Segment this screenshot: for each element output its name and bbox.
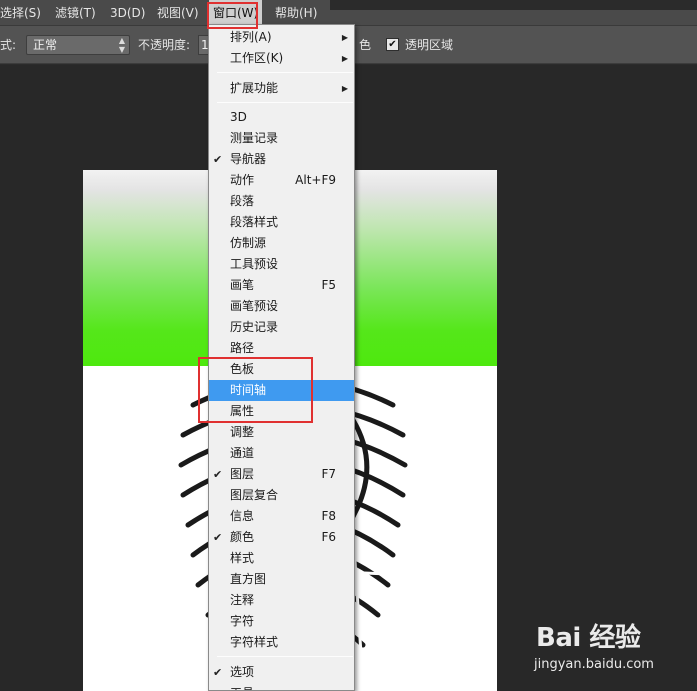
menu-help[interactable]: 帮助(H) bbox=[275, 0, 317, 26]
dither-label: 色 bbox=[359, 38, 372, 52]
submenu-arrow-icon: ▶ bbox=[341, 33, 348, 42]
watermark-logo: Bai 经验 bbox=[536, 623, 641, 653]
menu-separator bbox=[217, 656, 353, 657]
checkmark-icon: ✔ bbox=[213, 531, 223, 544]
menu-filter[interactable]: 滤镜(T) bbox=[55, 0, 96, 26]
menu-item-channels[interactable]: 通道 bbox=[209, 443, 354, 464]
menu-item-properties[interactable]: 属性 bbox=[209, 401, 354, 422]
submenu-arrow-icon: ▶ bbox=[341, 84, 348, 93]
menu-item-info[interactable]: 信息 F8 bbox=[209, 506, 354, 527]
mode-select[interactable]: 正常 ▲ ▼ bbox=[26, 35, 130, 55]
menu-item-brush[interactable]: 画笔 F5 bbox=[209, 275, 354, 296]
watermark-url: jingyan.baidu.com bbox=[534, 657, 654, 672]
menu-separator bbox=[217, 102, 353, 103]
menu-item-brush-presets[interactable]: 画笔预设 bbox=[209, 296, 354, 317]
submenu-arrow-icon: ▶ bbox=[341, 54, 348, 63]
menu-separator bbox=[217, 72, 353, 73]
menu-item-navigator[interactable]: ✔ 导航器 bbox=[209, 149, 354, 170]
menu-item-extensions[interactable]: 扩展功能 ▶ bbox=[209, 78, 354, 99]
checkmark-icon: ✔ bbox=[213, 666, 223, 679]
mode-value: 正常 bbox=[33, 38, 58, 52]
menu-item-timeline[interactable]: 时间轴 bbox=[209, 380, 354, 401]
menu-item-notes[interactable]: 注释 bbox=[209, 590, 354, 611]
checkmark-icon: ✔ bbox=[213, 683, 225, 690]
menu-item-paragraph-styles[interactable]: 段落样式 bbox=[209, 212, 354, 233]
menu-item-actions[interactable]: 动作 Alt+F9 bbox=[209, 170, 354, 191]
menu-item-paragraph[interactable]: 段落 bbox=[209, 191, 354, 212]
menu-item-3d[interactable]: 3D bbox=[209, 107, 354, 128]
menu-item-workspace[interactable]: 工作区(K) ▶ bbox=[209, 48, 354, 69]
menu-3d[interactable]: 3D(D) bbox=[110, 0, 145, 26]
transparency-label: 透明区域 bbox=[405, 38, 454, 52]
stepper-icon: ▲ ▼ bbox=[118, 36, 125, 54]
opacity-label: 不透明度: bbox=[138, 38, 191, 52]
menu-window[interactable]: 窗口(W) bbox=[209, 0, 263, 26]
menu-item-swatches[interactable]: 色板 bbox=[209, 359, 354, 380]
menu-item-character-styles[interactable]: 字符样式 bbox=[209, 632, 354, 653]
menu-item-measurement-log[interactable]: 测量记录 bbox=[209, 128, 354, 149]
menu-item-tools[interactable]: ✔工具 bbox=[209, 683, 354, 690]
menu-item-character[interactable]: 字符 bbox=[209, 611, 354, 632]
mode-label: 式: bbox=[0, 38, 17, 52]
menu-item-options[interactable]: ✔ 选项 bbox=[209, 662, 354, 683]
menu-item-layer-comps[interactable]: 图层复合 bbox=[209, 485, 354, 506]
menu-select[interactable]: 选择(S) bbox=[0, 0, 41, 26]
window-menu-dropdown: 排列(A) ▶ 工作区(K) ▶ 扩展功能 ▶ 3D 测量记录 ✔ 导航器 动作 Alt+… bbox=[208, 24, 355, 691]
menu-item-arrange[interactable]: 排列(A) ▶ bbox=[209, 27, 354, 48]
baidu-watermark: Bai 经验 jingyan.baidu.com bbox=[530, 617, 690, 687]
checkmark-icon: ✔ bbox=[213, 153, 223, 166]
menu-item-history[interactable]: 历史记录 bbox=[209, 317, 354, 338]
title-strip bbox=[330, 0, 697, 10]
menu-item-histogram[interactable]: 直方图 bbox=[209, 569, 354, 590]
menu-item-paths[interactable]: 路径 bbox=[209, 338, 354, 359]
menu-item-layers[interactable]: ✔ 图层 F7 bbox=[209, 464, 354, 485]
menu-item-styles[interactable]: 样式 bbox=[209, 548, 354, 569]
menu-item-clone-source[interactable]: 仿制源 bbox=[209, 233, 354, 254]
menu-view[interactable]: 视图(V) bbox=[157, 0, 199, 26]
menu-item-adjustments[interactable]: 调整 bbox=[209, 422, 354, 443]
transparency-checkbox[interactable]: ✔ bbox=[386, 38, 399, 51]
menu-item-color[interactable]: ✔ 颜色 F6 bbox=[209, 527, 354, 548]
checkmark-icon: ✔ bbox=[213, 468, 223, 481]
menu-item-tool-presets[interactable]: 工具预设 bbox=[209, 254, 354, 275]
